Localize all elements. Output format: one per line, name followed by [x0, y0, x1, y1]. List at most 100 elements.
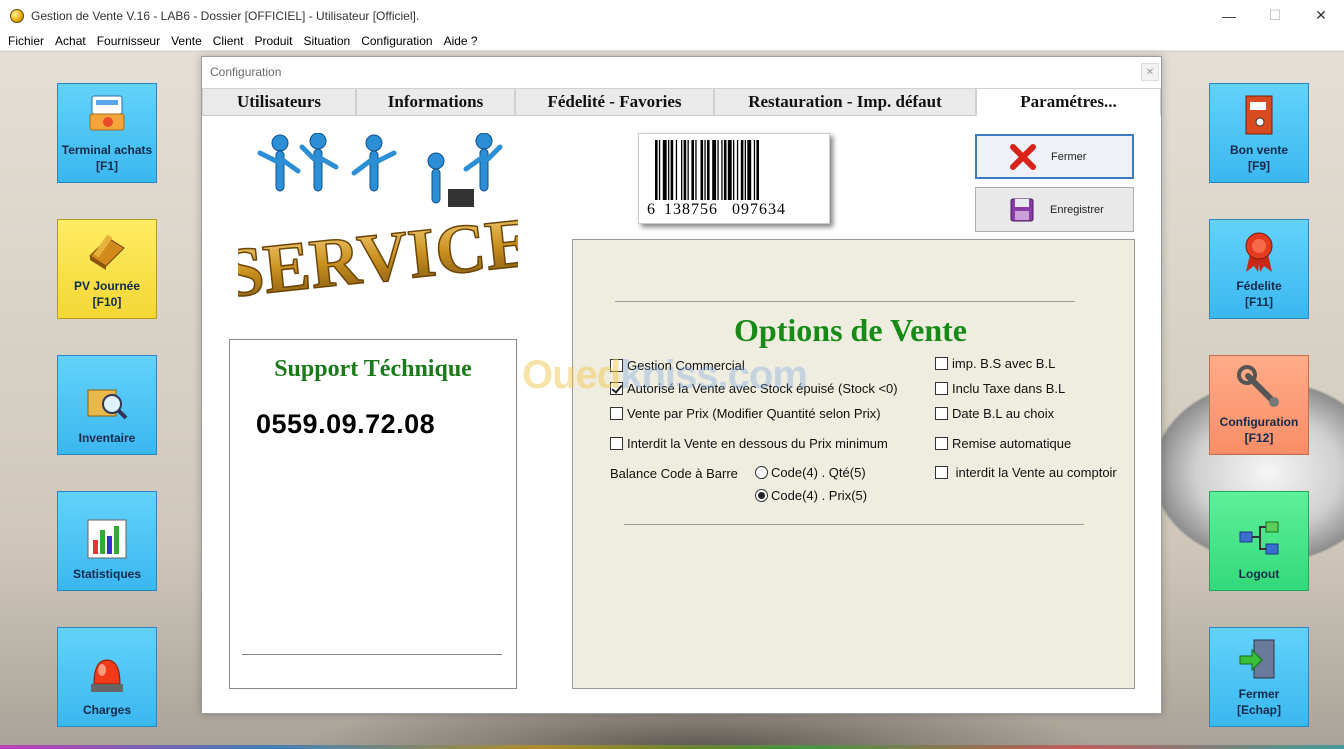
checkbox-label: Date B.L au choix [952, 406, 1055, 421]
wrench-icon [1236, 364, 1282, 410]
checkbox[interactable] [610, 437, 623, 450]
tile-label: Charges [82, 703, 132, 717]
checkbox-interdit-prix-minimum[interactable]: Interdit la Vente en dessous du Prix min… [610, 436, 888, 451]
options-title: Options de Vente [734, 312, 967, 348]
window-title: Gestion de Vente V.16 - LAB6 - Dossier [… [31, 8, 420, 23]
checkbox-interdit-comptoir[interactable]: interdit la Vente au comptoir [935, 465, 1117, 480]
tile-inventaire[interactable]: Inventaire [57, 355, 157, 455]
barcode-bar [707, 140, 710, 200]
barcode-bar [691, 140, 694, 200]
tile-pv-journee[interactable]: PV Journée [F10] [57, 219, 157, 319]
checkbox[interactable] [935, 357, 948, 370]
menu-configuration[interactable]: Configuration [355, 34, 437, 48]
tile-statistiques[interactable]: Statistiques [57, 491, 157, 591]
barcode-bar [683, 140, 687, 200]
menu-vente[interactable]: Vente [165, 34, 207, 48]
options-panel: Options de Vente Gestion Commercial Auto… [572, 239, 1135, 689]
menu-situation[interactable]: Situation [297, 34, 355, 48]
tile-terminal-achats[interactable]: Terminal achats [F1] [57, 83, 157, 183]
menu-aide[interactable]: Aide ? [438, 34, 483, 48]
barcode-bar [756, 140, 759, 200]
tile-logout[interactable]: Logout [1209, 491, 1309, 591]
barcode-digits-right: 097634 [732, 201, 786, 218]
tab-utilisateurs[interactable]: Utilisateurs [202, 88, 356, 116]
menu-bar: Fichier Achat Fournisseur Vente Client P… [0, 31, 1344, 51]
radio-label: Code(4) . Qté(5) [771, 465, 866, 480]
barcode-bar [687, 140, 689, 200]
barcode-digits-left: 138756 [664, 201, 718, 218]
checkbox[interactable] [935, 382, 948, 395]
tile-label: Configuration [1219, 415, 1299, 429]
barcode-bar [695, 140, 697, 200]
barcode-bar [668, 140, 670, 200]
alarm-light-icon [84, 652, 130, 698]
menu-achat[interactable]: Achat [49, 34, 91, 48]
divider [624, 524, 1084, 525]
minimize-button[interactable]: — [1206, 0, 1252, 31]
checkbox-label: Gestion Commercial [627, 358, 745, 373]
checkbox[interactable] [610, 359, 623, 372]
barcode-bar [681, 140, 683, 200]
tile-shortcut: [Echap] [1236, 703, 1281, 717]
tile-label: Bon vente [1229, 143, 1288, 157]
binder-icon [1236, 92, 1282, 138]
red-x-icon [1010, 143, 1036, 170]
tab-informations[interactable]: Informations [356, 88, 515, 116]
checkbox[interactable] [935, 437, 948, 450]
menu-fichier[interactable]: Fichier [0, 34, 49, 48]
tile-fedelite[interactable]: Fédelite [F11] [1209, 219, 1309, 319]
award-ribbon-icon [1236, 228, 1282, 274]
maximize-button[interactable]: ☐ [1252, 0, 1298, 31]
radio-code-qte[interactable]: Code(4) . Qté(5) [755, 465, 866, 480]
checkbox-remise-automatique[interactable]: Remise automatique [935, 436, 1071, 451]
enregistrer-button-label: Enregistrer [1050, 203, 1104, 216]
checkbox[interactable] [610, 382, 623, 395]
enregistrer-button[interactable]: Enregistrer [975, 187, 1134, 232]
tile-shortcut: [F9] [1248, 159, 1270, 173]
menu-produit[interactable]: Produit [248, 34, 297, 48]
checkbox[interactable] [610, 407, 623, 420]
checkbox[interactable] [935, 407, 948, 420]
exit-door-icon [1236, 636, 1282, 682]
checkbox-inclu-taxe[interactable]: Inclu Taxe dans B.L [935, 381, 1065, 396]
menu-fournisseur[interactable]: Fournisseur [91, 34, 165, 48]
barcode-bar [723, 140, 727, 200]
barcode-bar [727, 140, 732, 200]
tile-fermer[interactable]: Fermer [Echap] [1209, 627, 1309, 727]
close-window-button[interactable]: ✕ [1298, 0, 1344, 31]
radio-button[interactable] [755, 466, 768, 479]
barcode-bar [655, 140, 658, 200]
barcode-bar [700, 140, 704, 200]
barcode-image: 6 138756 097634 [638, 133, 830, 224]
tab-bar: Utilisateurs Informations Fédelité - Fav… [202, 88, 1161, 116]
dialog-close-button[interactable]: ✕ [1141, 63, 1159, 81]
barcode-bar [733, 140, 735, 200]
barcode-bar [736, 140, 739, 200]
notebook-pencil-icon [84, 228, 130, 274]
service-illustration: SERVICE [220, 132, 537, 314]
tile-configuration[interactable]: Configuration [F12] [1209, 355, 1309, 455]
tab-restauration[interactable]: Restauration - Imp. défaut [714, 88, 976, 116]
checkbox[interactable] [935, 466, 948, 479]
radio-button[interactable] [755, 489, 768, 502]
fermer-button[interactable]: Fermer [975, 134, 1134, 179]
checkbox-stock-epuise[interactable]: Autorisé la Vente avec Stock épuisé (Sto… [610, 381, 898, 396]
checkbox-label: Interdit la Vente en dessous du Prix min… [627, 436, 888, 451]
checkbox-vente-par-prix[interactable]: Vente par Prix (Modifier Quantité selon … [610, 406, 881, 421]
barcode-bar [740, 140, 744, 200]
checkbox-label: Vente par Prix (Modifier Quantité selon … [627, 406, 881, 421]
barcode-bar [753, 140, 756, 200]
checkbox-gestion-commercial[interactable]: Gestion Commercial [610, 358, 745, 373]
checkbox-date-bl[interactable]: Date B.L au choix [935, 406, 1054, 421]
menu-client[interactable]: Client [207, 34, 249, 48]
tile-label: PV Journée [73, 279, 141, 293]
tab-fedelite-favories[interactable]: Fédelité - Favories [515, 88, 714, 116]
checkbox-imp-bs[interactable]: imp. B.S avec B.L [935, 356, 1055, 371]
barcode-bar [712, 140, 717, 200]
tab-parametres[interactable]: Paramétres... [976, 88, 1161, 116]
tile-bon-vente[interactable]: Bon vente [F9] [1209, 83, 1309, 183]
radio-code-prix[interactable]: Code(4) . Prix(5) [755, 488, 867, 503]
tile-shortcut: [F10] [92, 295, 122, 309]
tile-charges[interactable]: Charges [57, 627, 157, 727]
checkbox-label: Remise automatique [952, 436, 1072, 451]
